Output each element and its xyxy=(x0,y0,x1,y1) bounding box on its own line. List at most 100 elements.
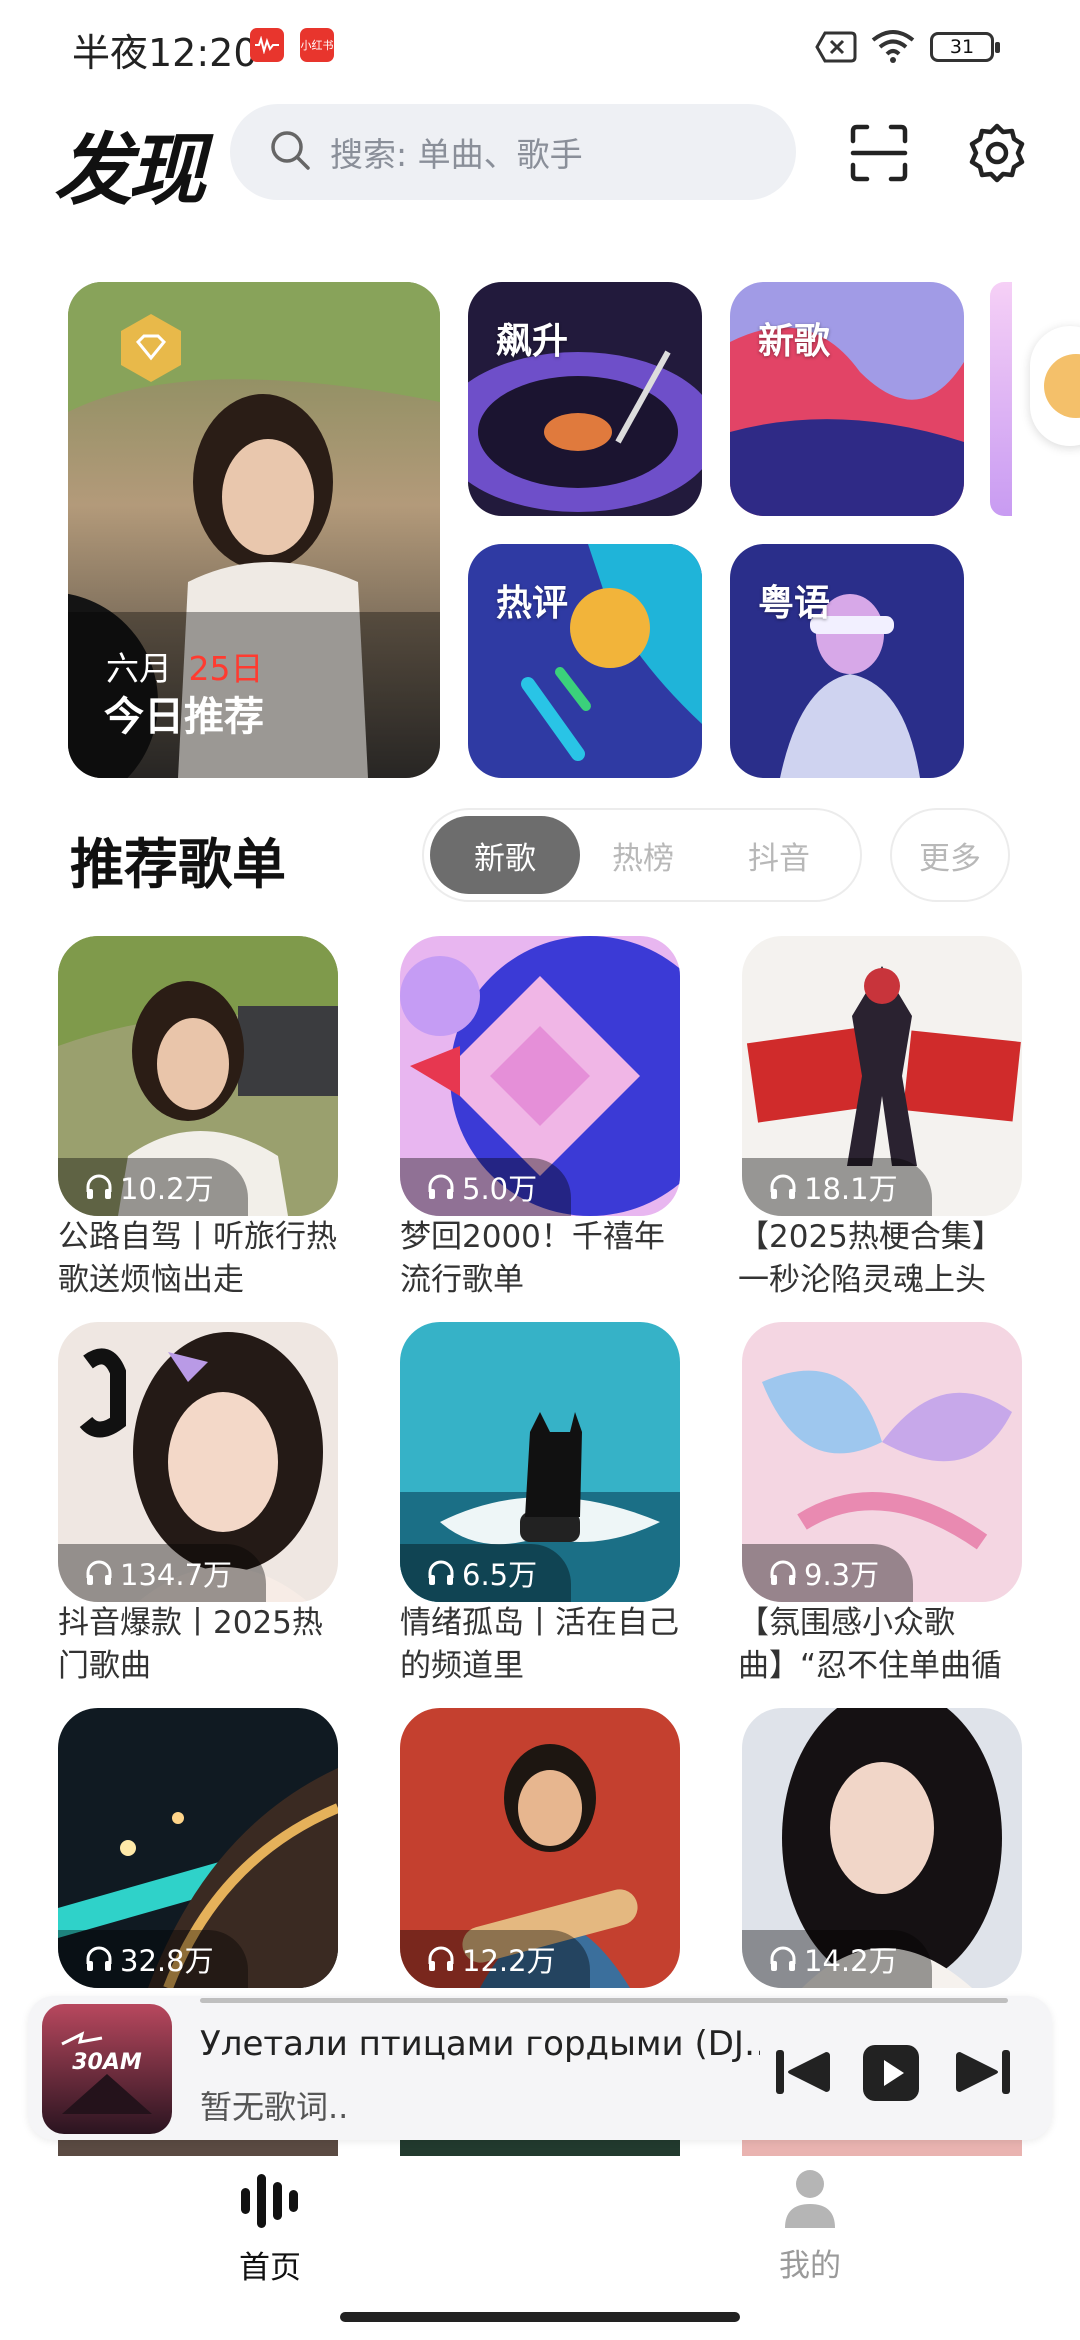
playlist-card[interactable]: 14.2万 xyxy=(742,1708,1022,1988)
play-count-badge: 18.1万 xyxy=(742,1158,932,1216)
more-button[interactable]: 更多 xyxy=(890,808,1010,902)
floating-side-icon xyxy=(1044,354,1080,418)
section-title: 推荐歌单 xyxy=(70,833,286,896)
headphones-icon xyxy=(770,1946,796,1971)
play-count: 10.2万 xyxy=(120,1172,214,1206)
playlist-card[interactable]: 134.7万 xyxy=(58,1322,338,1602)
headphones-icon xyxy=(770,1174,796,1199)
player-track-title[interactable]: Улетали птицами гордыми (DJ… xyxy=(200,2024,760,2064)
tab-new-songs[interactable]: 新歌 xyxy=(430,816,580,894)
playlist-cover: 32.8万 xyxy=(58,1708,338,1988)
playlist-cover: 6.5万 xyxy=(400,1322,680,1602)
playlist-cover: 5.0万 xyxy=(400,936,680,1216)
playlist-cover: 14.2万 xyxy=(742,1708,1022,1988)
no-sim-icon xyxy=(815,30,857,68)
nav-home-label: 首页 xyxy=(239,2250,301,2286)
page-title: 发现 xyxy=(54,126,206,216)
playlist-cover: 18.1万 xyxy=(742,936,1022,1216)
play-count-badge: 5.0万 xyxy=(400,1158,572,1216)
play-icon[interactable] xyxy=(862,2044,920,2106)
play-count: 14.2万 xyxy=(804,1944,898,1978)
nav-mine-label: 我的 xyxy=(779,2248,841,2284)
next-row-peek xyxy=(400,2140,680,2156)
playlist-title[interactable]: 公路自驾丨听旅行热歌送烦恼出走 xyxy=(58,1216,348,1302)
playlist-title[interactable]: 梦回2000！千禧年流行歌单 xyxy=(400,1216,690,1302)
nav-home[interactable]: 首页 xyxy=(220,2170,320,2287)
play-count: 5.0万 xyxy=(462,1172,538,1206)
player-lyrics: 暂无歌词.. xyxy=(200,2088,349,2126)
play-count-badge: 12.2万 xyxy=(400,1930,590,1988)
headphones-icon xyxy=(428,1946,454,1971)
home-icon xyxy=(241,2174,298,2228)
next-row-peek xyxy=(742,2140,1022,2156)
tab-hot-list[interactable]: 热榜 xyxy=(568,816,718,894)
headphones-icon xyxy=(86,1560,112,1585)
play-count-badge: 9.3万 xyxy=(742,1544,914,1602)
daily-date: 六月 25日 xyxy=(106,642,264,690)
play-count: 9.3万 xyxy=(804,1558,880,1592)
playlist-cover: 134.7万 xyxy=(58,1322,338,1602)
playlist-card[interactable]: 9.3万 xyxy=(742,1322,1022,1602)
playlist-tabs: 新歌 热榜 抖音 xyxy=(422,808,862,902)
play-count: 6.5万 xyxy=(462,1558,538,1592)
chart-tile-hot-comments[interactable]: 热评 xyxy=(468,544,702,778)
play-count-badge: 6.5万 xyxy=(400,1544,572,1602)
play-count-badge: 32.8万 xyxy=(58,1930,248,1988)
play-count-badge: 10.2万 xyxy=(58,1158,248,1216)
headphones-icon xyxy=(428,1174,454,1199)
diamond-badge-icon xyxy=(118,312,184,388)
gesture-home-bar[interactable] xyxy=(340,2312,740,2322)
play-count: 134.7万 xyxy=(120,1558,233,1592)
tile-label-hot-comments: 热评 xyxy=(496,583,569,624)
daily-month: 六月 xyxy=(106,649,172,688)
next-track-icon[interactable] xyxy=(954,2046,1012,2102)
search-bar[interactable]: 搜索: 单曲、歌手 xyxy=(230,104,796,200)
tile-label-cantonese: 粤语 xyxy=(758,583,831,624)
playlist-cover: 12.2万 xyxy=(400,1708,680,1988)
play-count-badge: 14.2万 xyxy=(742,1930,932,1988)
xiaohongshu-icon: 小红书 xyxy=(300,28,334,62)
battery-indicator: 31 xyxy=(930,32,1000,62)
daily-recommend-card[interactable]: 六月 25日 今日推荐 xyxy=(68,282,440,778)
settings-gear-icon[interactable] xyxy=(966,122,1028,188)
playlist-card[interactable]: 32.8万 xyxy=(58,1708,338,1988)
playlist-title[interactable]: 抖音爆款丨2025热门歌曲 xyxy=(58,1602,348,1688)
play-count-badge: 134.7万 xyxy=(58,1544,267,1602)
floating-side-button[interactable] xyxy=(1030,326,1080,446)
playlist-card[interactable]: 5.0万 xyxy=(400,936,680,1216)
playlist-cover: 9.3万 xyxy=(742,1322,1022,1602)
search-input[interactable]: 搜索: 单曲、歌手 xyxy=(330,128,583,176)
playlist-card[interactable]: 12.2万 xyxy=(400,1708,680,1988)
scan-icon[interactable] xyxy=(850,124,908,186)
playlist-card[interactable]: 18.1万 xyxy=(742,936,1022,1216)
playlist-title[interactable]: 【2025热梗合集】一秒沦陷灵魂上头 xyxy=(738,1216,1028,1302)
chart-tile-rising[interactable]: 飙升 xyxy=(468,282,702,516)
previous-track-icon[interactable] xyxy=(774,2046,832,2102)
headphones-icon xyxy=(86,1174,112,1199)
playlist-card[interactable]: 6.5万 xyxy=(400,1322,680,1602)
tile-label-rising: 飙升 xyxy=(496,321,569,362)
daily-day: 25日 xyxy=(188,649,264,688)
headphones-icon xyxy=(428,1560,454,1585)
playlist-cover: 10.2万 xyxy=(58,936,338,1216)
tab-douyin[interactable]: 抖音 xyxy=(704,816,854,894)
playlist-card[interactable]: 10.2万 xyxy=(58,936,338,1216)
next-row-peek xyxy=(58,2140,338,2156)
profile-icon xyxy=(785,2170,835,2228)
status-time: 半夜12:20 xyxy=(72,31,258,75)
play-count: 32.8万 xyxy=(120,1944,214,1978)
daily-title: 今日推荐 xyxy=(104,694,264,740)
play-count: 12.2万 xyxy=(462,1944,556,1978)
playlist-title[interactable]: 【氛围感小众歌曲】“忍不住单曲循 xyxy=(738,1602,1028,1688)
player-cover[interactable]: 30AM xyxy=(42,2004,172,2134)
wifi-icon xyxy=(870,28,916,68)
search-icon xyxy=(268,128,312,176)
play-count: 18.1万 xyxy=(804,1172,898,1206)
music-app-icon xyxy=(250,28,284,62)
nav-mine[interactable]: 我的 xyxy=(760,2166,860,2285)
playlist-title[interactable]: 情绪孤岛丨活在自己的频道里 xyxy=(400,1602,690,1688)
chart-tile-cantonese[interactable]: 粤语 xyxy=(730,544,964,778)
chart-tile-new[interactable]: 新歌 xyxy=(730,282,964,516)
player-progress-bar[interactable] xyxy=(200,1998,1008,2003)
next-tile-peek[interactable] xyxy=(990,282,1012,516)
